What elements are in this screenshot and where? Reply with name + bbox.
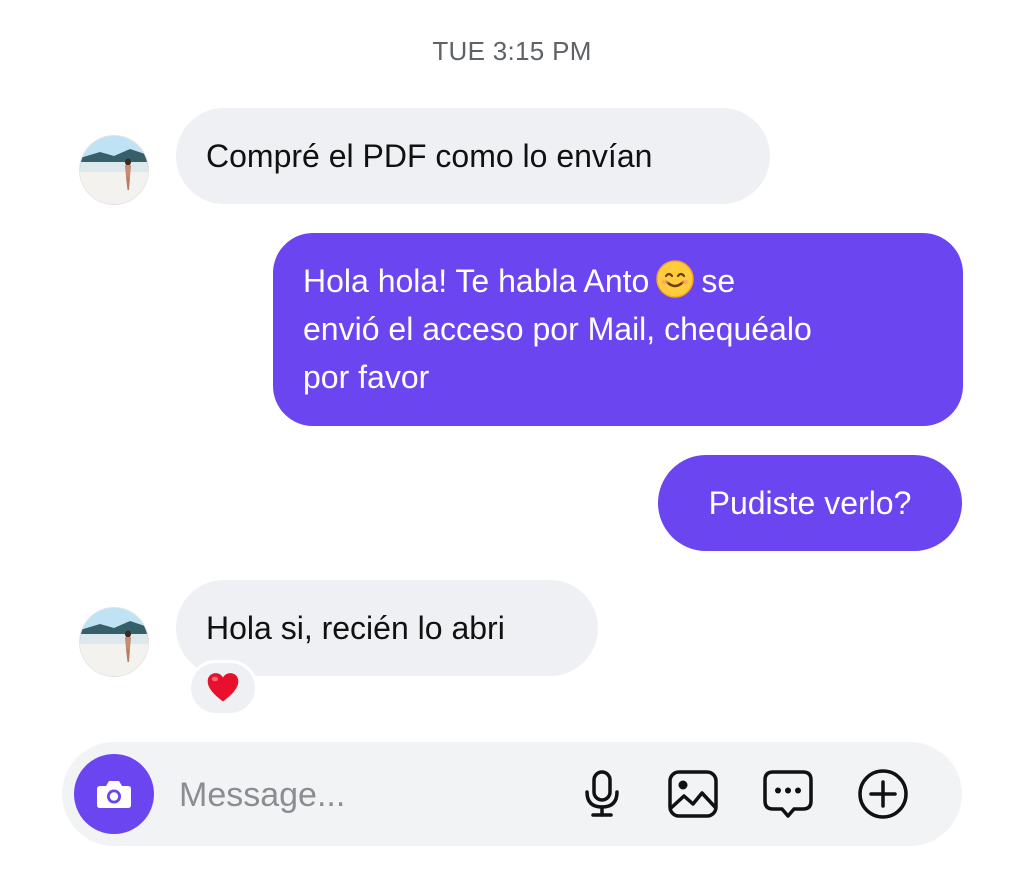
message-bubble-outgoing[interactable]: Pudiste verlo? <box>658 455 962 551</box>
message-input[interactable] <box>177 770 561 820</box>
message-text: se <box>701 263 736 299</box>
thread-timestamp: TUE 3:15 PM <box>432 36 592 66</box>
beach-photo-icon <box>80 136 148 204</box>
message-text: Pudiste verlo? <box>708 485 912 521</box>
contact-avatar[interactable] <box>80 608 148 676</box>
message-text: Hola si, recién lo abri <box>206 610 505 646</box>
microphone-button[interactable] <box>574 766 630 822</box>
gallery-icon <box>668 770 718 818</box>
message-bubble-incoming[interactable]: Compré el PDF como lo envían <box>176 108 770 204</box>
smiling-face-icon <box>655 259 695 299</box>
beach-photo-icon <box>80 608 148 676</box>
sticker-chat-icon <box>763 770 813 818</box>
message-line: envió el acceso por Mail, chequéalo <box>303 311 812 347</box>
message-composer <box>62 742 962 846</box>
message-bubble-outgoing[interactable]: Hola hola! Te habla Anto se envió el acce… <box>273 233 963 426</box>
chat-screen: TUE 3:15 PM Compré el PDF como lo envían… <box>0 0 1024 889</box>
camera-icon <box>97 781 131 808</box>
contact-avatar[interactable] <box>80 136 148 204</box>
message-line: por favor <box>303 359 430 395</box>
plus-circle-icon <box>858 769 908 819</box>
sticker-chat-button[interactable] <box>760 766 816 822</box>
message-line: Hola hola! Te habla Anto se <box>303 257 933 305</box>
message-text: Compré el PDF como lo envían <box>206 138 653 174</box>
red-heart-icon <box>207 673 239 702</box>
microphone-icon <box>585 770 619 817</box>
more-options-button[interactable] <box>855 766 911 822</box>
message-reaction[interactable] <box>188 660 258 716</box>
gallery-button[interactable] <box>665 766 721 822</box>
camera-button[interactable] <box>74 754 154 834</box>
message-text: Hola hola! Te habla Anto <box>303 263 650 299</box>
